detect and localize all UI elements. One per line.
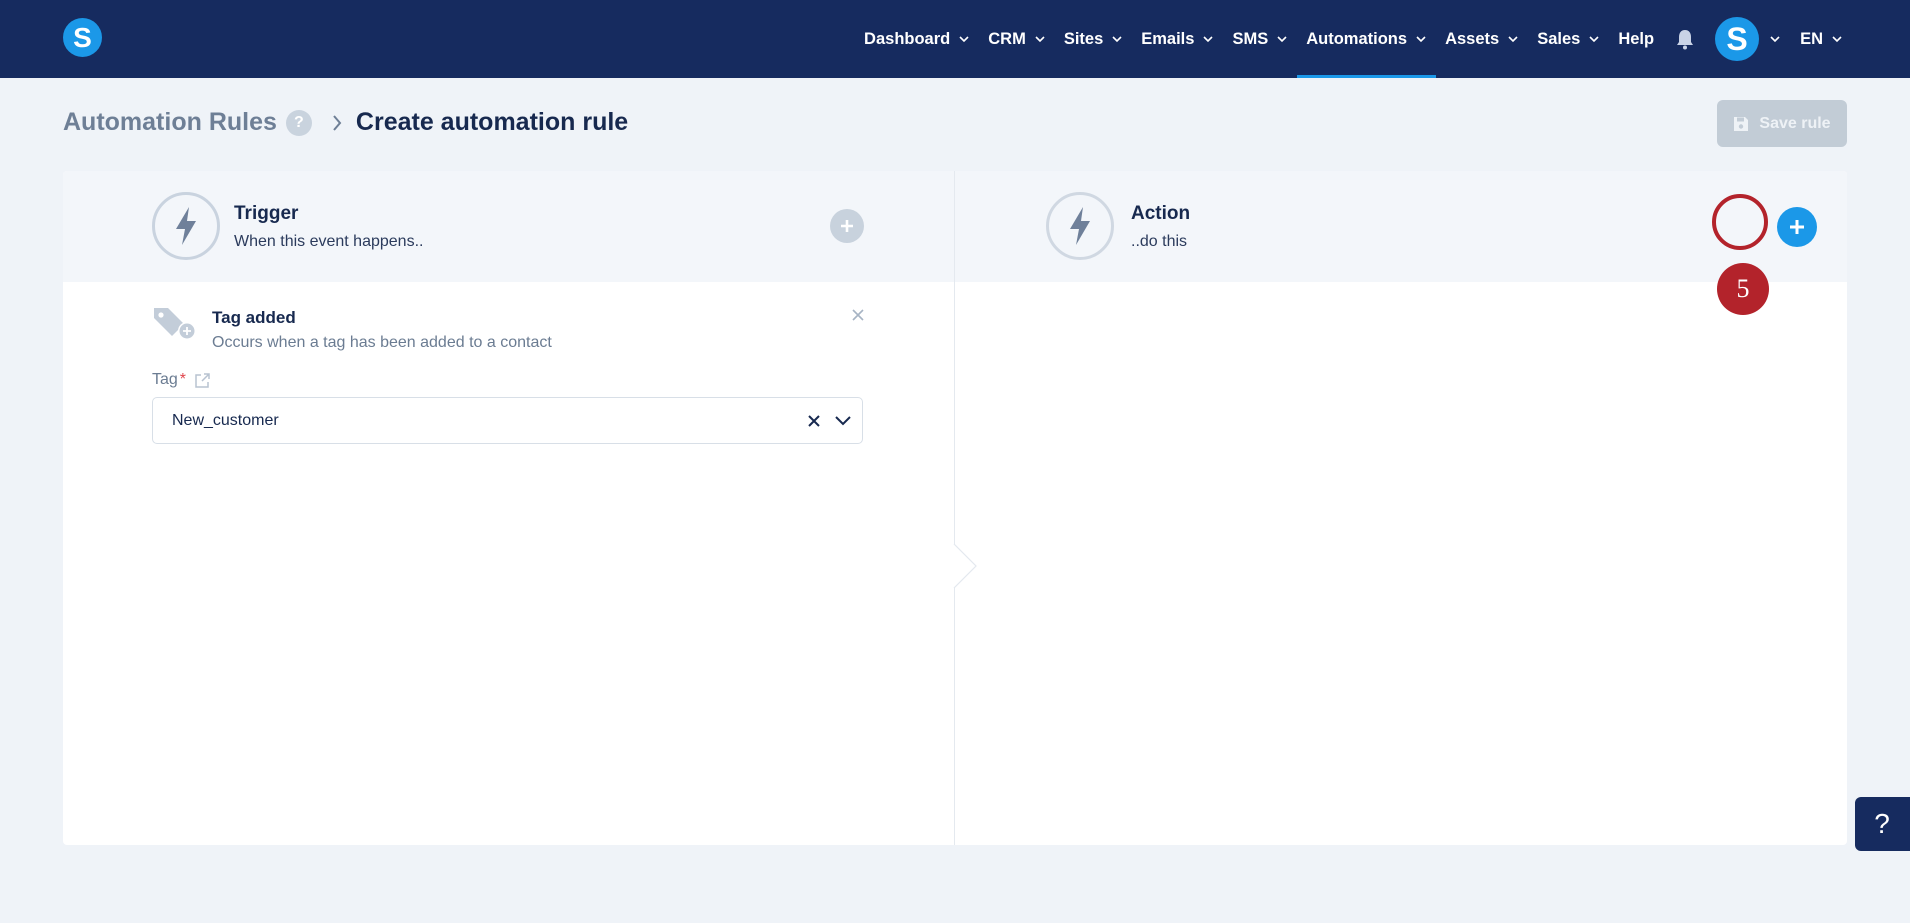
flow-arrow-notch — [953, 544, 977, 588]
nav-sites[interactable]: Sites — [1055, 0, 1132, 78]
action-header: Action ..do this — [955, 171, 1847, 282]
tag-label-text: Tag — [152, 371, 178, 388]
nav-label: Emails — [1141, 29, 1195, 48]
plus-icon — [1790, 220, 1804, 234]
chevron-down-icon — [1770, 36, 1780, 43]
nav-dashboard[interactable]: Dashboard — [855, 0, 979, 78]
action-bolt-badge — [1046, 192, 1114, 260]
user-menu[interactable]: S — [1707, 0, 1791, 78]
nav-label: Automations — [1306, 29, 1408, 48]
breadcrumb: Automation Rules ? Create automation rul… — [63, 108, 628, 137]
trigger-header: Trigger When this event happens.. — [63, 171, 954, 282]
trigger-subtitle: When this event happens.. — [234, 233, 424, 250]
step-number-badge: 5 — [1717, 263, 1769, 315]
chevron-down-icon — [1589, 36, 1599, 43]
main-nav: Dashboard CRM Sites Emails SMS Automatio… — [855, 0, 1852, 78]
avatar: S — [1715, 17, 1760, 61]
chevron-down-icon — [1277, 36, 1287, 43]
save-rule-label: Save rule — [1759, 114, 1831, 132]
nav-help[interactable]: Help — [1609, 0, 1663, 78]
nav-label: Sites — [1063, 29, 1104, 48]
nav-label: Dashboard — [864, 29, 951, 48]
plus-icon — [841, 220, 853, 232]
language-selector[interactable]: EN — [1791, 0, 1852, 78]
nav-assets[interactable]: Assets — [1436, 0, 1528, 78]
lightning-bolt-icon — [1070, 207, 1090, 245]
nav-sms[interactable]: SMS — [1223, 0, 1297, 78]
chevron-down-icon — [1416, 36, 1426, 43]
language-label: EN — [1800, 29, 1823, 48]
nav-label: Assets — [1445, 29, 1500, 48]
nav-emails[interactable]: Emails — [1132, 0, 1223, 78]
chevron-down-icon[interactable] — [833, 412, 853, 430]
clear-icon[interactable] — [805, 412, 823, 430]
chevron-right-icon — [333, 114, 342, 131]
save-rule-button[interactable]: Save rule — [1717, 100, 1847, 147]
tag-select-value: New_customer — [172, 412, 279, 429]
chevron-down-icon — [1035, 36, 1045, 43]
action-title: Action — [1131, 203, 1191, 224]
nav-sales[interactable]: Sales — [1528, 0, 1609, 78]
action-subtitle: ..do this — [1131, 233, 1188, 250]
chevron-down-icon — [1203, 36, 1214, 43]
trigger-item-title: Tag added — [212, 308, 296, 327]
tag-select[interactable]: New_customer — [152, 397, 863, 444]
help-widget-button[interactable]: ? — [1855, 797, 1910, 851]
nav-crm[interactable]: CRM — [979, 0, 1055, 78]
nav-label: SMS — [1232, 29, 1269, 48]
notifications-button[interactable] — [1663, 0, 1707, 78]
tag-add-icon — [154, 308, 196, 340]
external-link-icon[interactable] — [194, 372, 211, 389]
chevron-down-icon — [1508, 36, 1518, 43]
trigger-title: Trigger — [234, 203, 299, 224]
breadcrumb-automation-rules[interactable]: Automation Rules — [63, 108, 277, 137]
chevron-down-icon — [1112, 36, 1122, 43]
chevron-down-icon — [1832, 36, 1842, 43]
page-title: Create automation rule — [355, 108, 629, 136]
help-icon[interactable]: ? — [285, 109, 312, 136]
top-navbar: S Dashboard CRM Sites Emails SMS Automat… — [0, 0, 1910, 78]
action-column: Action ..do this — [954, 171, 1847, 845]
lightning-bolt-icon — [176, 207, 196, 245]
rule-builder-card: Trigger When this event happens.. Tag ad… — [63, 171, 1847, 845]
nav-label: Help — [1618, 29, 1655, 48]
trigger-item-description: Occurs when a tag has been added to a co… — [212, 334, 552, 351]
remove-trigger-button[interactable] — [847, 304, 869, 326]
app-logo[interactable]: S — [63, 18, 102, 57]
tag-field-label: Tag * — [152, 371, 211, 389]
nav-label: Sales — [1537, 29, 1581, 48]
bell-icon — [1677, 30, 1694, 50]
trigger-column: Trigger When this event happens.. Tag ad… — [63, 171, 954, 845]
nav-automations[interactable]: Automations — [1297, 0, 1436, 78]
close-icon — [852, 309, 864, 321]
chevron-down-icon — [959, 36, 969, 43]
floppy-disk-icon — [1734, 116, 1749, 131]
trigger-bolt-badge — [152, 192, 220, 260]
nav-label: CRM — [988, 29, 1026, 48]
add-action-button[interactable] — [1777, 207, 1817, 247]
add-trigger-button[interactable] — [830, 209, 864, 243]
required-mark: * — [179, 371, 187, 388]
